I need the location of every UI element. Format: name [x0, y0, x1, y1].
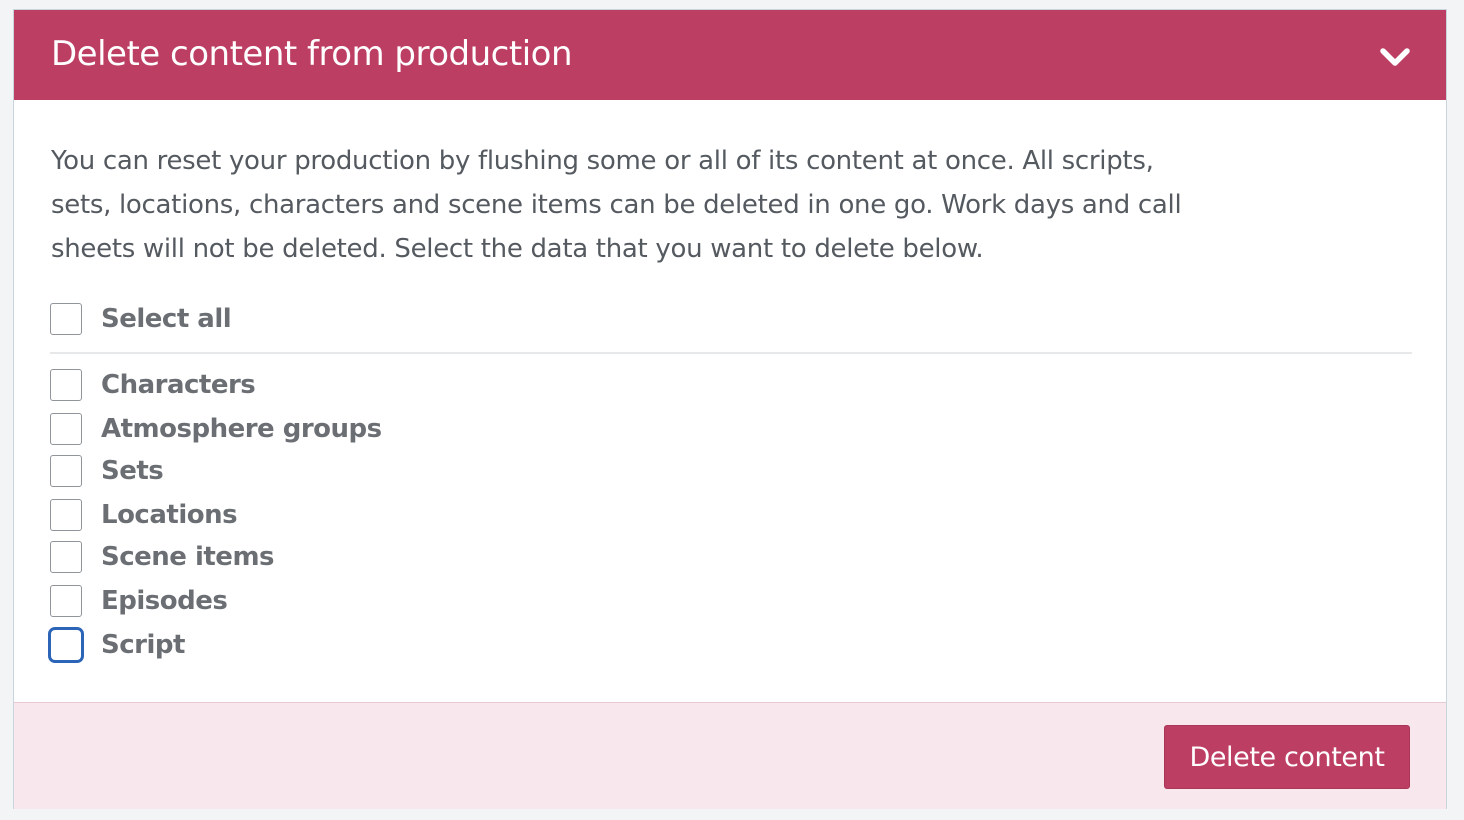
checkbox-box[interactable] — [50, 455, 82, 487]
checkbox-box[interactable] — [50, 585, 82, 617]
panel-footer: Delete content — [14, 702, 1446, 809]
delete-content-panel: Delete content from production You can r… — [13, 9, 1447, 809]
select-all-checkbox[interactable]: Select all — [50, 301, 232, 337]
checkbox-sets[interactable]: Sets — [50, 453, 164, 489]
checkbox-characters[interactable]: Characters — [50, 367, 256, 403]
checkbox-label: Scene items — [101, 542, 275, 572]
checkbox-box[interactable] — [50, 369, 82, 401]
checkbox-box[interactable] — [48, 627, 84, 663]
checkbox-label: Sets — [101, 456, 164, 486]
checkbox-box[interactable] — [50, 541, 82, 573]
checkbox-locations[interactable]: Locations — [50, 497, 238, 533]
checkbox-label: Script — [101, 630, 185, 660]
checkbox-atmosphere-groups[interactable]: Atmosphere groups — [50, 411, 382, 447]
panel-description: You can reset your production by flushin… — [51, 146, 1182, 264]
chevron-down-icon[interactable] — [1379, 46, 1411, 68]
checkbox-box[interactable] — [50, 413, 82, 445]
checkbox-box[interactable] — [50, 499, 82, 531]
checkbox-label: Locations — [101, 500, 238, 530]
delete-content-button[interactable]: Delete content — [1164, 725, 1410, 789]
panel-title: Delete content from production — [51, 34, 573, 74]
checkbox-label: Characters — [101, 370, 256, 400]
checkbox-label: Atmosphere groups — [101, 414, 382, 444]
divider — [50, 352, 1412, 354]
checkbox-label: Select all — [101, 304, 232, 334]
checkbox-label: Episodes — [101, 586, 228, 616]
checkbox-select-all[interactable] — [50, 303, 82, 335]
panel-header[interactable]: Delete content from production — [14, 10, 1446, 100]
checkbox-scene-items[interactable]: Scene items — [50, 539, 275, 575]
checkbox-script[interactable]: Script — [48, 627, 185, 663]
checkbox-episodes[interactable]: Episodes — [50, 583, 228, 619]
